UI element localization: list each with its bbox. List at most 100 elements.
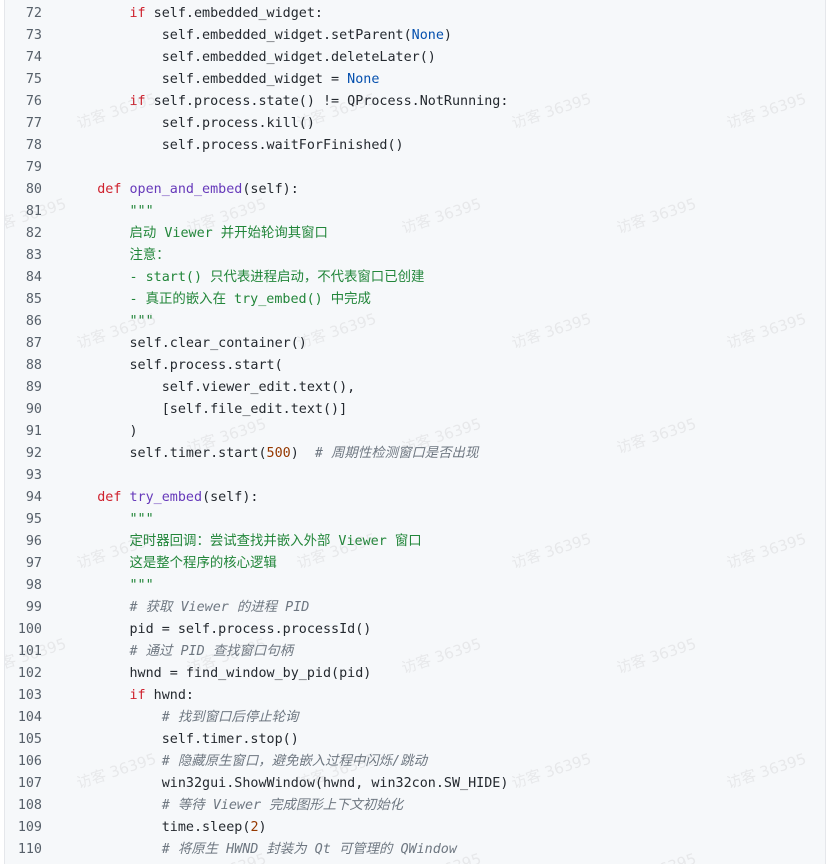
code-token: - start() 只代表进程启动，不代表窗口已创建	[129, 270, 425, 285]
code-token: 启动 Viewer 并开始轮询其窗口	[129, 226, 328, 241]
code-token: self.timer.start(	[65, 446, 267, 461]
line-number: 103	[17, 688, 42, 703]
code-line: 84 - start() 只代表进程启动，不代表窗口已创建	[5, 267, 825, 289]
line-number: 73	[25, 28, 42, 43]
line-number: 80	[25, 182, 42, 197]
code-line: 98 """	[5, 575, 825, 597]
code-line: 109 time.sleep(2)	[5, 817, 825, 839]
code-line: 97 这是整个程序的核心逻辑	[5, 553, 825, 575]
code-text: if self.embedded_widget:	[65, 3, 324, 25]
code-line: 74 self.embedded_widget.deleteLater()	[5, 47, 825, 69]
code-line: 106 # 隐藏原生窗口，避免嵌入过程中闪烁/跳动	[5, 751, 825, 773]
line-number: 76	[25, 94, 42, 109]
code-text: # 隐藏原生窗口，避免嵌入过程中闪烁/跳动	[65, 751, 427, 773]
line-number: 79	[25, 160, 42, 175]
code-token: self.timer.stop()	[65, 732, 299, 747]
code-text: """	[65, 311, 154, 333]
code-token: 500	[266, 446, 291, 461]
code-text: # 等待 Viewer 完成图形上下文初始化	[65, 795, 403, 817]
code-text: 注意：	[65, 245, 170, 267]
code-token: )	[290, 446, 315, 461]
code-line: 95 """	[5, 509, 825, 531]
line-number: 99	[25, 600, 42, 615]
code-text: def try_embed(self):	[65, 487, 259, 509]
line-number: 85	[25, 292, 42, 307]
code-token: self.viewer_edit.text(),	[65, 380, 356, 395]
line-number: 110	[17, 842, 42, 857]
code-line: 96 定时器回调：尝试查找并嵌入外部 Viewer 窗口	[5, 531, 825, 553]
code-text: win32gui.ShowWindow(hwnd, win32con.SW_HI…	[65, 773, 509, 795]
code-text: self.timer.stop()	[65, 729, 299, 751]
code-token: """	[129, 578, 154, 593]
code-text: self.embedded_widget.setParent(None)	[65, 25, 452, 47]
line-number: 77	[25, 116, 42, 131]
code-line: 73 self.embedded_widget.setParent(None)	[5, 25, 825, 47]
code-text: time.sleep(2)	[65, 817, 267, 839]
code-line: 107 win32gui.ShowWindow(hwnd, win32con.S…	[5, 773, 825, 795]
code-token: 定时器回调：尝试查找并嵌入外部 Viewer 窗口	[129, 534, 422, 549]
code-text: self.process.start(	[65, 355, 283, 377]
code-line: 85 - 真正的嵌入在 try_embed() 中完成	[5, 289, 825, 311]
line-number: 107	[17, 776, 42, 791]
line-number: 86	[25, 314, 42, 329]
line-number: 106	[17, 754, 42, 769]
code-text: self.viewer_edit.text(),	[65, 377, 356, 399]
code-token: self.clear_container()	[65, 336, 307, 351]
line-number: 89	[25, 380, 42, 395]
line-number: 92	[25, 446, 42, 461]
code-token: (self):	[202, 490, 259, 505]
line-number: 72	[25, 6, 42, 21]
code-viewer: 72 if self.embedded_widget: 73 self.embed…	[4, 0, 826, 864]
code-token: None	[411, 28, 444, 43]
code-line: 110 # 将原生 HWND 封装为 Qt 可管理的 QWindow	[5, 839, 825, 861]
code-line: 76 if self.process.state() != QProcess.N…	[5, 91, 825, 113]
line-number: 91	[25, 424, 42, 439]
code-line: 91 )	[5, 421, 825, 443]
code-text: 这是整个程序的核心逻辑	[65, 553, 277, 575]
code-text: self.timer.start(500) # 周期性检测窗口是否出现	[65, 443, 478, 465]
code-token: def	[97, 490, 122, 505]
code-token: )	[443, 28, 452, 43]
code-token: (self):	[242, 182, 299, 197]
code-text: self.clear_container()	[65, 333, 307, 355]
code-token: # 找到窗口后停止轮询	[161, 710, 299, 725]
code-token: # 周期性检测窗口是否出现	[314, 446, 479, 461]
code-token: self.process.start(	[65, 358, 283, 373]
line-number: 78	[25, 138, 42, 153]
code-token: win32gui.ShowWindow(hwnd, win32con.SW_HI…	[65, 776, 509, 791]
code-text: self.process.waitForFinished()	[65, 135, 404, 157]
code-line: 80 def open_and_embed(self):	[5, 179, 825, 201]
code-token: None	[347, 72, 380, 87]
code-token: self.embedded_widget =	[65, 72, 348, 87]
code-line: 86 """	[5, 311, 825, 333]
code-text: """	[65, 509, 154, 531]
code-text: 启动 Viewer 并开始轮询其窗口	[65, 223, 328, 245]
code-token: self.process.kill()	[65, 116, 315, 131]
code-line: 94 def try_embed(self):	[5, 487, 825, 509]
code-token: """	[129, 512, 154, 527]
code-line: 105 self.timer.stop()	[5, 729, 825, 751]
code-line: 75 self.embedded_widget = None	[5, 69, 825, 91]
line-number: 95	[25, 512, 42, 527]
code-token: """	[129, 314, 154, 329]
code-token: [self.file_edit.text()]	[65, 402, 348, 417]
line-number: 90	[25, 402, 42, 417]
line-number: 102	[17, 666, 42, 681]
line-number: 75	[25, 72, 42, 87]
code-line: 72 if self.embedded_widget:	[5, 3, 825, 25]
code-line: 92 self.timer.start(500) # 周期性检测窗口是否出现	[5, 443, 825, 465]
code-line: 89 self.viewer_edit.text(),	[5, 377, 825, 399]
